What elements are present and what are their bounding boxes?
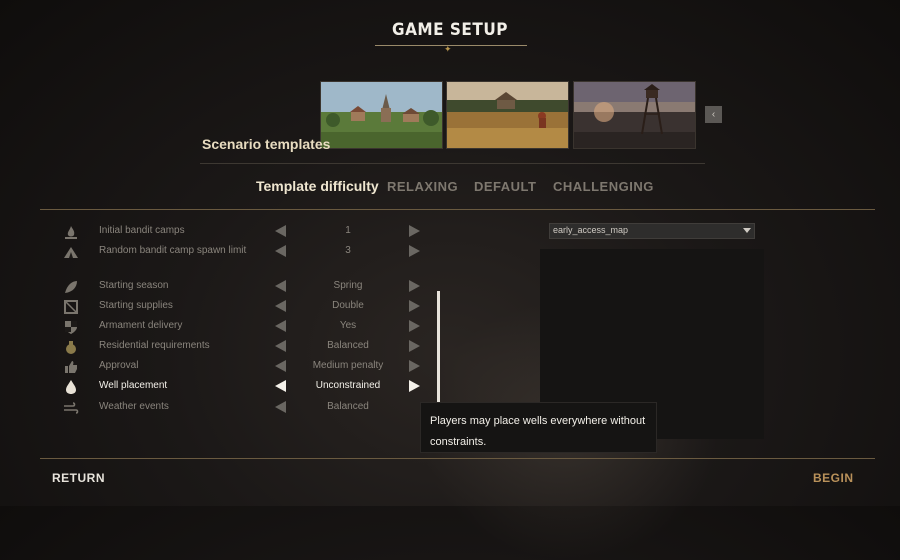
setting-value: Medium penalty (312, 360, 384, 371)
campfire-icon (65, 226, 77, 239)
setting-decrease-arrow[interactable] (275, 360, 286, 372)
setting-decrease-arrow[interactable] (275, 380, 286, 392)
setting-label: Residential requirements (99, 340, 210, 351)
tent-icon (64, 247, 78, 258)
setting-decrease-arrow[interactable] (275, 225, 286, 237)
setting-decrease-arrow[interactable] (275, 320, 286, 332)
title-ornament-icon: ✦ (444, 44, 452, 54)
tooltip-text: Players may place wells everywhere witho… (430, 415, 646, 448)
page-title: GAME SETUP (392, 20, 508, 40)
setting-increase-arrow[interactable] (409, 300, 420, 312)
water-drop-icon (66, 380, 76, 394)
setting-value: Balanced (327, 340, 369, 351)
setting-row-approval: Approval Medium penalty (60, 357, 430, 377)
setting-increase-arrow[interactable] (409, 225, 420, 237)
scenario-thumbnail-wheat-field[interactable] (446, 81, 569, 149)
setting-row-armament-delivery: Armament delivery Yes (60, 317, 430, 337)
setting-row-random-bandit-camp-spawn-limit: Random bandit camp spawn limit 3 (60, 242, 430, 262)
scenario-thumbnail-village[interactable] (320, 81, 443, 149)
shield-icon (65, 321, 77, 334)
setting-value: Yes (339, 320, 357, 331)
setting-label: Starting supplies (99, 300, 173, 311)
setting-value: Unconstrained (315, 380, 381, 391)
scenario-thumbnail-watchtower[interactable] (573, 81, 696, 149)
setting-tooltip: Players may place wells everywhere witho… (420, 402, 657, 453)
wind-icon (64, 402, 79, 414)
setting-increase-arrow[interactable] (409, 245, 420, 257)
scenario-next-button[interactable]: ‹ (705, 106, 722, 123)
setting-increase-arrow[interactable] (409, 320, 420, 332)
setting-value: 3 (345, 245, 351, 256)
difficulty-option-relaxing[interactable]: RELAXING (387, 179, 458, 194)
scenario-templates-label: Scenario templates (202, 136, 331, 152)
setting-decrease-arrow[interactable] (275, 245, 286, 257)
setting-row-starting-season: Starting season Spring (60, 277, 430, 297)
begin-button[interactable]: BEGIN (813, 471, 854, 485)
pouch-icon (66, 341, 76, 354)
setting-value: Spring (333, 280, 363, 291)
setting-increase-arrow[interactable] (409, 380, 420, 392)
setting-row-weather-events: Weather events Balanced (60, 398, 430, 418)
setting-row-well-placement: Well placement Unconstrained (60, 377, 430, 397)
map-dropdown[interactable]: early_access_map (549, 223, 755, 239)
thumbs-up-icon (65, 361, 77, 373)
setting-label: Weather events (99, 401, 169, 412)
setting-decrease-arrow[interactable] (275, 340, 286, 352)
setting-row-starting-supplies: Starting supplies Double (60, 297, 430, 317)
chevron-right-icon: ‹ (711, 109, 716, 120)
footer-divider (40, 458, 875, 459)
scenario-divider (200, 163, 705, 164)
template-difficulty-label: Template difficulty (256, 178, 379, 194)
setting-increase-arrow[interactable] (409, 280, 420, 292)
setting-label: Well placement (99, 380, 168, 391)
setting-value: 1 (345, 225, 351, 236)
setting-row-initial-bandit-camps: Initial bandit camps 1 (60, 222, 430, 242)
setting-label: Approval (99, 360, 139, 371)
setting-decrease-arrow[interactable] (275, 401, 286, 413)
setting-label: Random bandit camp spawn limit (99, 245, 247, 256)
setting-decrease-arrow[interactable] (275, 280, 286, 292)
crate-icon (64, 300, 78, 314)
setting-value: Balanced (327, 401, 369, 412)
setting-label: Starting season (99, 280, 169, 291)
settings-top-divider (40, 209, 875, 210)
setting-decrease-arrow[interactable] (275, 300, 286, 312)
setting-value: Double (332, 300, 364, 311)
setting-label: Armament delivery (99, 320, 183, 331)
settings-scrollbar[interactable] (437, 291, 440, 403)
map-dropdown-value: early_access_map (553, 225, 629, 235)
leaf-icon (65, 281, 77, 293)
setting-label: Initial bandit camps (99, 225, 185, 236)
setting-increase-arrow[interactable] (409, 340, 420, 352)
chevron-down-icon (743, 228, 751, 233)
difficulty-option-default[interactable]: DEFAULT (474, 179, 536, 194)
return-button[interactable]: RETURN (52, 471, 105, 485)
setting-increase-arrow[interactable] (409, 360, 420, 372)
setting-row-residential-requirements: Residential requirements Balanced (60, 337, 430, 357)
difficulty-option-challenging[interactable]: CHALLENGING (553, 179, 654, 194)
